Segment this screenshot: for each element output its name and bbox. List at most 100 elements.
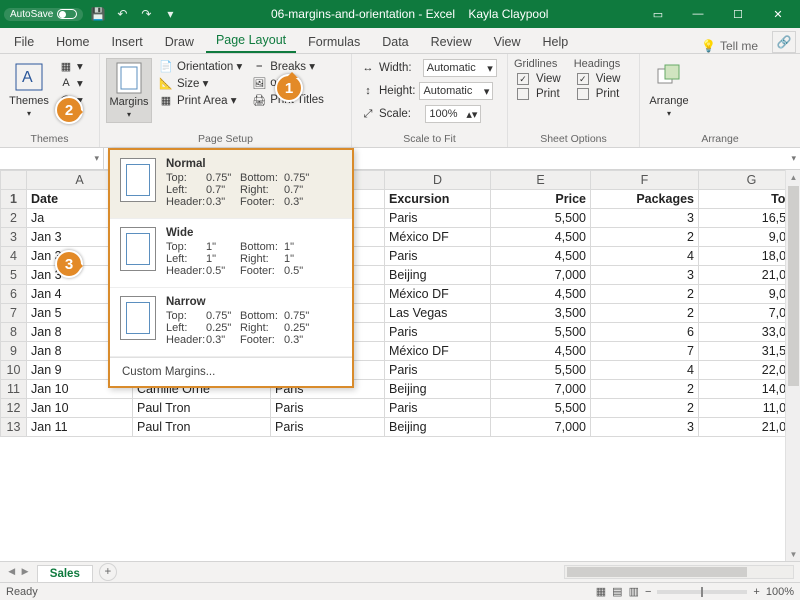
add-sheet-button[interactable]: +	[99, 563, 117, 581]
bulb-icon: 💡	[701, 39, 716, 53]
page-layout-view-icon[interactable]: ▤	[612, 585, 622, 598]
colors-icon: ▦	[59, 59, 73, 73]
ribbon-options-icon[interactable]: ▭	[640, 3, 676, 25]
tab-review[interactable]: Review	[421, 31, 482, 53]
height-select[interactable]: Automatic▾	[419, 82, 493, 100]
vertical-scrollbar[interactable]: ▲▼	[785, 170, 800, 561]
save-icon[interactable]: 💾	[89, 5, 107, 23]
qat-customize-icon[interactable]: ▾	[161, 5, 179, 23]
row-header[interactable]: 13	[1, 418, 27, 437]
zoom-out-icon[interactable]: −	[645, 586, 651, 598]
margins-title: Wide	[166, 227, 342, 239]
col-header-d[interactable]: D	[385, 171, 491, 190]
name-box[interactable]	[0, 148, 104, 169]
row-header[interactable]: 5	[1, 266, 27, 285]
tell-me[interactable]: 💡 Tell me	[693, 39, 766, 53]
margins-thumb-icon	[120, 296, 156, 340]
zoom-slider[interactable]	[657, 590, 747, 594]
tab-help[interactable]: Help	[533, 31, 579, 53]
orientation-icon: 📄	[159, 59, 173, 73]
gridlines-print-check[interactable]: Print	[514, 87, 563, 101]
col-header-f[interactable]: F	[591, 171, 699, 190]
minimize-icon[interactable]: —	[680, 3, 716, 25]
row-header[interactable]: 8	[1, 323, 27, 342]
scale-input[interactable]: 100%▴▾	[425, 105, 481, 123]
tab-page-layout[interactable]: Page Layout	[206, 29, 296, 53]
width-icon: ↔	[361, 61, 375, 75]
select-all-corner[interactable]	[1, 171, 27, 190]
sheet-nav-prev-icon[interactable]: ◄	[6, 566, 17, 578]
themes-button[interactable]: AThemes▾	[6, 58, 52, 121]
zoom-in-icon[interactable]: +	[753, 586, 759, 598]
width-select[interactable]: Automatic▾	[423, 59, 497, 77]
autosave-toggle[interactable]: AutoSave	[4, 8, 83, 21]
margins-icon	[113, 62, 145, 94]
tab-draw[interactable]: Draw	[155, 31, 204, 53]
row-header[interactable]: 3	[1, 228, 27, 247]
headings-view-check[interactable]: ✓View	[574, 72, 624, 86]
custom-margins-button[interactable]: Custom Margins...	[110, 357, 352, 386]
group-arrange-label: Arrange	[646, 132, 794, 146]
margins-option-narrow[interactable]: Narrow Top:0.75"Bottom:0.75" Left:0.25"R…	[110, 288, 352, 357]
headings-print-check[interactable]: Print	[574, 87, 623, 101]
gridlines-view-check[interactable]: ✓View	[514, 72, 564, 86]
margins-label: Margins	[109, 96, 148, 108]
sheet-nav-next-icon[interactable]: ►	[19, 566, 30, 578]
margins-option-normal[interactable]: Normal Top:0.75"Bottom:0.75" Left:0.7"Ri…	[110, 150, 352, 219]
row-header[interactable]: 10	[1, 361, 27, 380]
fonts-button[interactable]: A▾	[56, 75, 86, 91]
size-button[interactable]: 📐Size ▾	[156, 75, 245, 91]
margins-thumb-icon	[120, 158, 156, 202]
arrange-icon	[653, 61, 685, 93]
callout-1: 1	[275, 74, 303, 102]
row-header[interactable]: 12	[1, 399, 27, 418]
tell-me-label: Tell me	[720, 39, 758, 53]
margins-option-wide[interactable]: Wide Top:1"Bottom:1" Left:1"Right:1" Hea…	[110, 219, 352, 288]
print-titles-icon: 🖨	[252, 93, 266, 107]
tab-insert[interactable]: Insert	[102, 31, 153, 53]
sheet-tab-sales[interactable]: Sales	[37, 565, 93, 582]
user-name: Kayla Claypool	[468, 7, 548, 21]
tab-formulas[interactable]: Formulas	[298, 31, 370, 53]
page-break-view-icon[interactable]: ▥	[629, 585, 639, 598]
height-row: ↕Height:Automatic▾	[358, 81, 500, 101]
colors-button[interactable]: ▦▾	[56, 58, 86, 74]
expand-formula-icon[interactable]: ▾	[791, 153, 796, 164]
tab-file[interactable]: File	[4, 31, 44, 53]
print-area-icon: ▦	[159, 93, 173, 107]
margins-button[interactable]: Margins▾	[106, 58, 152, 123]
autosave-label: AutoSave	[10, 9, 53, 20]
group-scale-label: Scale to Fit	[358, 132, 501, 146]
breaks-icon: ⎯	[252, 59, 266, 73]
themes-icon: A	[13, 61, 45, 93]
height-icon: ↕	[361, 84, 375, 98]
orientation-button[interactable]: 📄Orientation ▾	[156, 58, 245, 74]
headings-head: Headings	[574, 58, 620, 71]
col-header-e[interactable]: E	[491, 171, 591, 190]
row-header[interactable]: 1	[1, 190, 27, 209]
redo-icon[interactable]: ↷	[137, 5, 155, 23]
maximize-icon[interactable]: ☐	[720, 3, 756, 25]
row-header[interactable]: 6	[1, 285, 27, 304]
normal-view-icon[interactable]: ▦	[596, 585, 606, 598]
arrange-button[interactable]: Arrange▾	[646, 58, 692, 121]
tab-view[interactable]: View	[484, 31, 531, 53]
callout-3: 3	[55, 250, 83, 278]
row-header[interactable]: 7	[1, 304, 27, 323]
row-header[interactable]: 2	[1, 209, 27, 228]
row-header[interactable]: 4	[1, 247, 27, 266]
tab-home[interactable]: Home	[46, 31, 99, 53]
themes-label: Themes	[9, 95, 49, 107]
tab-data[interactable]: Data	[372, 31, 418, 53]
group-sheetopts-label: Sheet Options	[514, 132, 633, 146]
size-icon: 📐	[159, 76, 173, 90]
svg-text:A: A	[22, 69, 33, 86]
close-icon[interactable]: ✕	[760, 3, 796, 25]
row-header[interactable]: 11	[1, 380, 27, 399]
share-button[interactable]: 🔗	[772, 31, 796, 53]
zoom-level[interactable]: 100%	[766, 586, 794, 598]
row-header[interactable]: 9	[1, 342, 27, 361]
undo-icon[interactable]: ↶	[113, 5, 131, 23]
print-area-button[interactable]: ▦Print Area ▾	[156, 92, 245, 108]
horizontal-scrollbar[interactable]	[564, 565, 794, 579]
